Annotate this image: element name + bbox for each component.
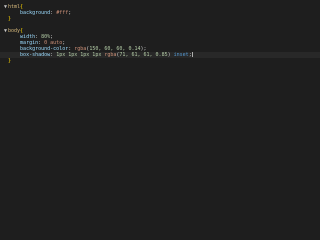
code-text: } (8, 58, 11, 64)
code-editor[interactable]: ▼ html{ background: #fff;} ▼ body{ width: 8… (0, 0, 320, 200)
code-line[interactable]: } (0, 58, 320, 64)
code-token: } (8, 58, 12, 64)
text-cursor (191, 52, 193, 57)
